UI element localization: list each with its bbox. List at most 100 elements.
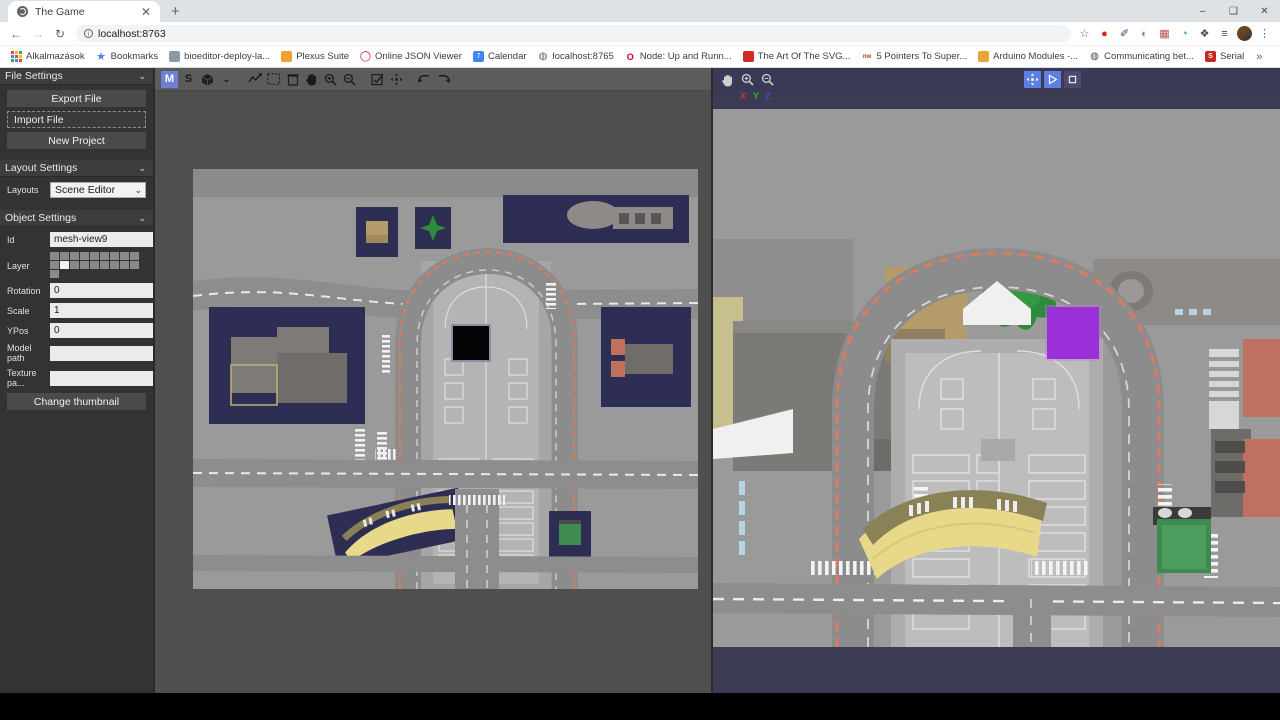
reading-list-icon[interactable]: ≡ <box>1215 24 1234 43</box>
undo-button[interactable] <box>416 71 433 88</box>
chevron-down-icon[interactable]: ⌄ <box>138 163 146 174</box>
shield-extension-icon[interactable]: ◔ <box>1175 24 1194 43</box>
bookmark-bookmarks[interactable]: ★ Bookmarks <box>91 48 164 66</box>
zoom-in-button[interactable] <box>739 71 756 88</box>
ypos-input[interactable] <box>50 323 153 338</box>
layer-cell[interactable] <box>120 252 129 260</box>
mesh-mode-button[interactable]: M <box>161 70 178 88</box>
puzzle-extension-icon[interactable]: ❖ <box>1195 24 1214 43</box>
export-file-button[interactable]: Export File <box>7 90 146 107</box>
select-region-button[interactable] <box>265 71 282 88</box>
tab-close-icon[interactable]: ✕ <box>141 6 151 18</box>
play-button[interactable] <box>1044 71 1061 88</box>
bookmark-arduino-modules[interactable]: Arduino Modules -... <box>973 48 1083 66</box>
bookmark-localhost-8765[interactable]: ◍ localhost:8765 <box>533 48 619 66</box>
move-tool-button[interactable] <box>388 71 405 88</box>
browser-tab[interactable]: The Game ✕ <box>8 1 160 22</box>
zoom-out-button[interactable] <box>341 71 358 88</box>
reload-button[interactable]: ↻ <box>50 24 70 44</box>
layer-cell[interactable] <box>50 261 59 269</box>
bookmark-plexus-suite[interactable]: Plexus Suite <box>276 48 354 66</box>
layer-cell[interactable] <box>110 261 119 269</box>
bookmark-bioeditor[interactable]: bioeditor-deploy-la... <box>164 48 275 66</box>
panel-header-file-settings[interactable]: File Settings ⌄ <box>0 68 153 85</box>
panel-header-layout-settings[interactable]: Layout Settings ⌄ <box>0 160 153 177</box>
page-icon <box>169 51 181 62</box>
layer-cell[interactable] <box>90 252 99 260</box>
layer-cell[interactable] <box>70 261 79 269</box>
dumpster-object <box>559 520 581 545</box>
zoom-in-button[interactable] <box>322 71 339 88</box>
layer-cell[interactable] <box>60 252 69 260</box>
preview-scene-canvas[interactable] <box>713 109 1280 647</box>
bookmark-online-json-viewer[interactable]: ◯ Online JSON Viewer <box>355 48 467 66</box>
site-info-icon[interactable]: i <box>84 29 93 38</box>
layouts-select[interactable]: Scene Editor <box>50 182 146 198</box>
layer-cell[interactable] <box>70 252 79 260</box>
image-extension-icon[interactable]: ▦ <box>1155 24 1174 43</box>
bookmark-star-icon[interactable]: ☆ <box>1075 24 1094 43</box>
layer-cell[interactable] <box>120 261 129 269</box>
layer-cell[interactable] <box>100 252 109 260</box>
import-file-button[interactable]: Import File <box>7 111 146 128</box>
layer-grid[interactable] <box>50 252 139 278</box>
json-icon: ◯ <box>359 51 372 62</box>
bookmark-5-pointers[interactable]: nw 5 Pointers To Super... <box>856 48 972 66</box>
bookmark-art-of-the-svg[interactable]: The Art Of The SVG... <box>738 48 856 66</box>
layer-cell[interactable] <box>110 252 119 260</box>
maximize-button[interactable]: ❑ <box>1218 0 1249 22</box>
bookmark-communicating[interactable]: ◍ Communicating bet... <box>1084 48 1199 66</box>
layer-cell[interactable] <box>130 261 139 269</box>
bookmark-node-up-and-running[interactable]: O Node: Up and Runn... <box>620 48 737 66</box>
close-button[interactable]: ✕ <box>1249 0 1280 22</box>
panel-header-object-settings[interactable]: Object Settings ⌄ <box>0 210 153 227</box>
chevron-down-icon[interactable]: ⌄ <box>138 71 146 82</box>
sprite-mode-button[interactable]: S <box>180 71 197 88</box>
chevron-down-icon[interactable]: ⌄ <box>138 213 146 224</box>
texture-path-row: Texture pa... <box>7 368 153 388</box>
bookmark-calendar[interactable]: 7 Calendar <box>468 48 532 66</box>
zoom-out-button[interactable] <box>759 71 776 88</box>
layer-cell[interactable] <box>50 270 59 278</box>
layer-cell[interactable] <box>60 261 69 269</box>
path-tool-button[interactable] <box>246 71 263 88</box>
change-thumbnail-button[interactable]: Change thumbnail <box>7 393 146 410</box>
forward-button[interactable]: → <box>28 24 48 44</box>
new-project-button[interactable]: New Project <box>7 132 146 149</box>
id-input[interactable] <box>50 232 153 247</box>
edit-checkbox-button[interactable] <box>369 71 386 88</box>
layer-cell[interactable] <box>90 261 99 269</box>
stop-button[interactable] <box>1064 71 1081 88</box>
back-button[interactable]: ← <box>6 24 26 44</box>
apps-grid-icon <box>11 51 22 62</box>
pan-hand-button[interactable] <box>303 71 320 88</box>
bookmark-apps[interactable]: Alkalmazások <box>6 48 90 66</box>
layer-cell[interactable] <box>100 261 109 269</box>
delete-button[interactable] <box>284 71 301 88</box>
pan-hand-button[interactable] <box>719 71 736 88</box>
eyedropper-icon[interactable]: ✐ <box>1115 24 1134 43</box>
editor-scene-canvas[interactable] <box>193 169 698 589</box>
bookmarks-overflow-button[interactable]: » <box>1251 51 1267 63</box>
redo-button[interactable] <box>435 71 452 88</box>
avatar[interactable] <box>1235 24 1254 43</box>
layer-cell[interactable] <box>50 252 59 260</box>
rotation-input[interactable] <box>50 283 153 298</box>
model-path-input[interactable] <box>50 345 153 361</box>
layer-cell[interactable] <box>80 261 89 269</box>
globe-extension-icon[interactable]: ◐ <box>1135 24 1154 43</box>
scale-input[interactable] <box>50 303 153 318</box>
bookmark-serial[interactable]: S Serial <box>1200 48 1249 66</box>
cube-dropdown-button[interactable]: ⌄ <box>218 71 235 88</box>
layer-cell[interactable] <box>80 252 89 260</box>
layouts-select-wrapper: Scene Editor ⌄ <box>50 182 146 198</box>
minimize-button[interactable]: – <box>1187 0 1218 22</box>
move-tool-button[interactable] <box>1024 71 1041 88</box>
browser-menu-button[interactable]: ⋮ <box>1255 24 1274 43</box>
address-bar[interactable]: i localhost:8763 <box>76 25 1071 42</box>
new-tab-button[interactable]: + <box>171 4 180 19</box>
layer-cell[interactable] <box>130 252 139 260</box>
texture-path-input[interactable] <box>50 370 153 386</box>
cube-object-button[interactable] <box>199 71 216 88</box>
opera-extension-icon[interactable]: ● <box>1095 24 1114 43</box>
